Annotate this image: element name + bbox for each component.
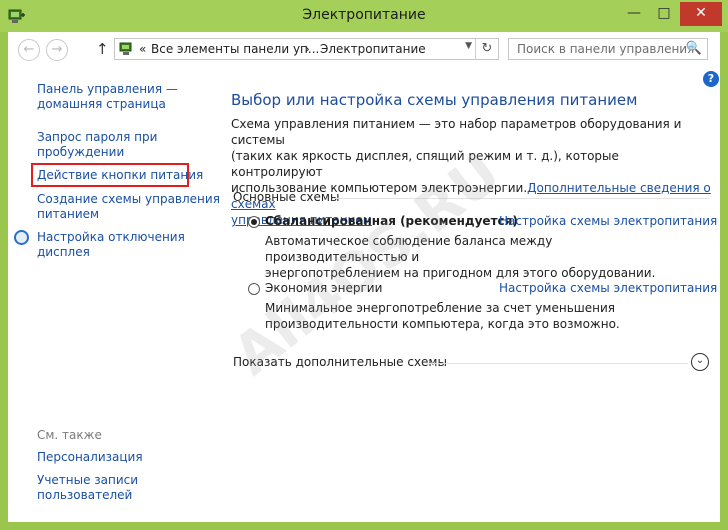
show-more-divider xyxy=(426,363,688,364)
sidebar-item-label: Настройка отключения xyxy=(37,230,185,244)
sidebar-item-personalization[interactable]: Персонализация xyxy=(37,450,143,465)
sidebar-item-label: Запрос пароля при xyxy=(37,130,158,144)
window-content: ← → ↑ « Все элементы панели уп... › Элек… xyxy=(8,32,720,522)
breadcrumb-current[interactable]: Электропитание xyxy=(320,42,426,56)
sidebar-item-label: Учетные записи xyxy=(37,473,139,487)
plan-radio-balanced[interactable] xyxy=(248,216,260,228)
sidebar-item-power-button-action[interactable]: Действие кнопки питания xyxy=(37,168,203,183)
window-title: Электропитание xyxy=(302,7,426,23)
window: Электропитание — □ ✕ ← → ↑ « Все элемент… xyxy=(0,0,728,530)
page-title: Выбор или настройка схемы управления пит… xyxy=(231,91,638,109)
back-button[interactable]: ← xyxy=(18,39,40,61)
sidebar-item-label: Панель управления — xyxy=(37,82,178,96)
sidebar-item-user-accounts[interactable]: Учетные записи пользователей xyxy=(37,473,138,503)
sidebar-item-label: Персонализация xyxy=(37,450,143,464)
help-icon[interactable]: ? xyxy=(703,71,719,87)
maximize-button[interactable]: □ xyxy=(650,2,678,26)
sidebar-item-label: Действие кнопки питания xyxy=(37,168,204,182)
breadcrumb-overflow[interactable]: « xyxy=(139,42,146,56)
see-also-heading: См. также xyxy=(37,428,102,442)
plan-radio-power-saver[interactable] xyxy=(248,283,260,295)
chevron-down-icon[interactable]: ⌄ xyxy=(691,353,709,371)
up-button[interactable]: ↑ xyxy=(96,40,109,58)
search-box[interactable]: Поиск в панели управления 🔍 xyxy=(508,38,708,60)
sidebar-item-label: дисплея xyxy=(37,245,90,259)
breadcrumb-chevron-icon[interactable]: › xyxy=(305,42,310,56)
sidebar-item-label: Создание схемы управления xyxy=(37,192,220,206)
sidebar-item-create-power-plan[interactable]: Создание схемы управления питанием xyxy=(37,192,220,222)
display-timer-icon xyxy=(14,230,29,245)
forward-button[interactable]: → xyxy=(46,39,68,61)
plan-settings-link-balanced[interactable]: Настройка схемы электропитания xyxy=(499,214,717,228)
section-divider xyxy=(334,198,709,199)
breadcrumb-all-items[interactable]: Все элементы панели уп... xyxy=(151,42,319,56)
sidebar-item-wakeup-password[interactable]: Запрос пароля при пробуждении xyxy=(37,130,157,160)
sidebar-item-label: пробуждении xyxy=(37,145,125,159)
sidebar-item-display-off[interactable]: Настройка отключения дисплея xyxy=(37,230,185,260)
plan-settings-link-power-saver[interactable]: Настройка схемы электропитания xyxy=(499,281,717,295)
navigation-bar: ← → ↑ « Все элементы панели уп... › Элек… xyxy=(8,32,720,68)
address-bar[interactable]: « Все элементы панели уп... › Электропит… xyxy=(114,38,499,60)
sidebar-item-label: питанием xyxy=(37,207,100,221)
close-button[interactable]: ✕ xyxy=(680,2,722,26)
sidebar-item-label: домашняя страница xyxy=(37,97,166,111)
sidebar-item-control-panel-home[interactable]: Панель управления — домашняя страница xyxy=(37,82,178,112)
title-bar[interactable]: Электропитание — □ ✕ xyxy=(0,0,728,32)
sidebar-item-label: пользователей xyxy=(37,488,133,502)
refresh-button[interactable]: ↻ xyxy=(475,39,498,59)
address-dropdown-icon[interactable]: ▼ xyxy=(465,41,472,51)
minimize-button[interactable]: — xyxy=(620,2,648,26)
search-placeholder[interactable]: Поиск в панели управления xyxy=(517,42,694,56)
search-icon[interactable]: 🔍 xyxy=(686,41,702,56)
control-panel-icon xyxy=(119,42,132,55)
section-heading-main-plans: Основные схемы xyxy=(233,190,340,204)
